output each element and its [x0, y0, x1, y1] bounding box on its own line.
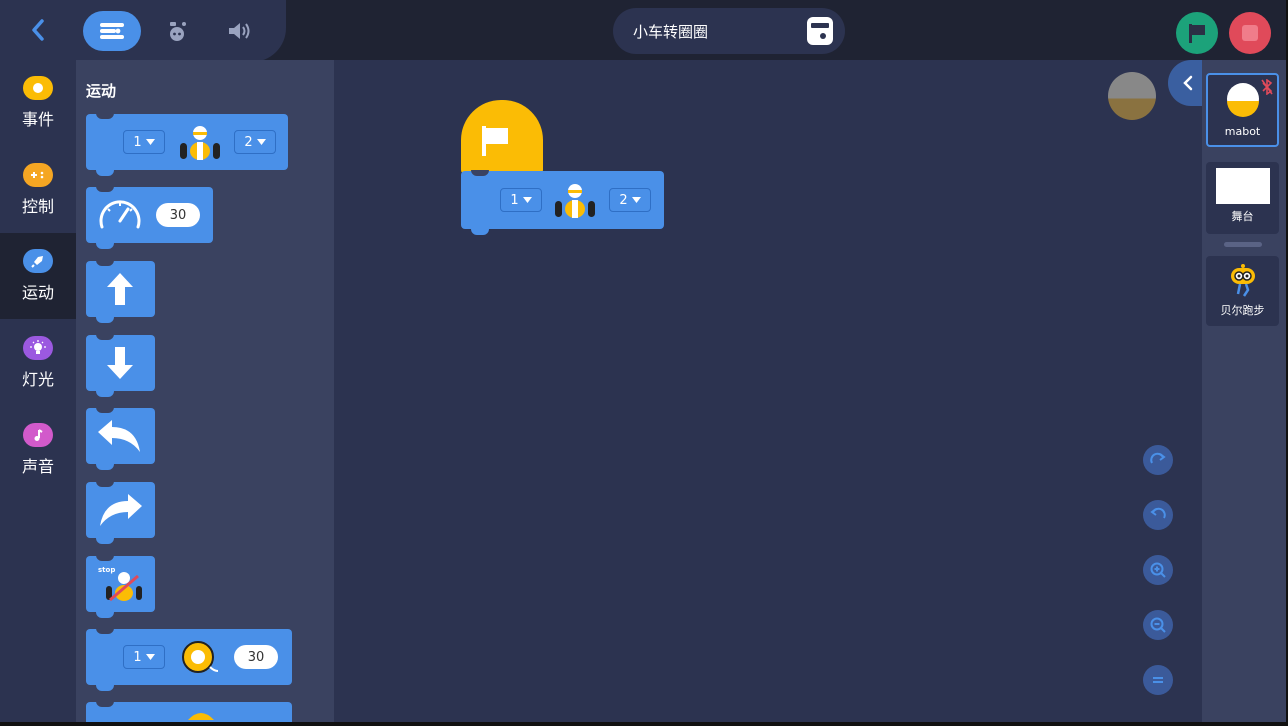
sprite-label: 贝尔跑步 [1220, 304, 1265, 317]
control-icon [23, 163, 53, 187]
toggle-icon [23, 76, 53, 100]
motor-right-dropdown[interactable]: 2 [609, 188, 651, 212]
stop-button[interactable] [1229, 12, 1271, 54]
category-control[interactable]: 控制 [0, 147, 76, 233]
speed-input[interactable]: 30 [156, 203, 200, 227]
wheel-speed-input[interactable]: 30 [234, 645, 278, 669]
caret-down-icon [631, 197, 641, 203]
mabot-sprite-icon [1226, 83, 1259, 117]
category-label: 灯光 [21, 370, 54, 389]
partial-block-icon [188, 713, 214, 720]
bell-robot-icon [1230, 264, 1255, 297]
run-button[interactable] [1176, 12, 1218, 54]
arrow-up-icon [107, 273, 133, 305]
stage-label: 舞台 [1231, 210, 1254, 223]
motor-left-dropdown[interactable]: 1 [123, 130, 165, 154]
mabot-stop-icon [106, 572, 142, 602]
device-icon [811, 23, 829, 39]
sprite-panel [1202, 60, 1286, 726]
equals-icon [1153, 677, 1163, 683]
caret-down-icon [145, 139, 155, 145]
reset-zoom-button[interactable] [1143, 665, 1173, 695]
category-sound[interactable]: 声音 [0, 407, 76, 493]
dropdown-value: 1 [133, 649, 142, 665]
block-motor-pair[interactable]: 1 2 [86, 113, 288, 176]
block-set-speed[interactable]: 30 [86, 186, 213, 249]
zoom-out-icon [1150, 617, 1166, 633]
speaker-icon [229, 23, 250, 39]
stage-thumbnail [1215, 168, 1270, 204]
block-turn-right[interactable] [86, 481, 155, 544]
category-sidebar: 事件 控制 运动 灯光 声音 [0, 60, 76, 726]
panel-divider [1224, 242, 1262, 247]
rocket-icon [23, 249, 53, 273]
device-connect-button[interactable] [807, 17, 833, 45]
tab-code[interactable] [83, 11, 141, 51]
dropdown-value: 1 [510, 192, 519, 208]
palette-title: 运动 [86, 82, 117, 100]
block-stop-motors[interactable]: stop [86, 555, 155, 618]
orientation-ball[interactable] [1108, 72, 1156, 120]
block-move-backward[interactable] [86, 334, 155, 397]
turn-left-icon [98, 420, 140, 452]
undo-icon [1150, 507, 1166, 519]
zoom-in-button[interactable] [1143, 555, 1173, 585]
bluetooth-off-icon [1261, 79, 1273, 95]
category-motion[interactable]: 运动 [0, 233, 76, 319]
dropdown-value: 2 [244, 134, 253, 150]
motor-left-dropdown[interactable]: 1 [500, 188, 542, 212]
chevron-left-icon [1183, 75, 1193, 91]
sprite-card-mabot[interactable]: mabot [1206, 73, 1279, 147]
redo-button[interactable] [1143, 445, 1173, 475]
flag-icon [482, 126, 508, 156]
category-label: 控制 [21, 197, 54, 216]
robot-icon [170, 22, 186, 41]
tab-sound[interactable] [210, 11, 268, 51]
tab-device[interactable] [148, 11, 206, 51]
category-label: 运动 [21, 283, 54, 302]
caret-down-icon [256, 139, 266, 145]
block-palette: 运动 1 2 30 stop 1 30 [76, 60, 334, 726]
dropdown-value: 1 [133, 134, 142, 150]
redo-icon [1150, 452, 1166, 464]
wheel-port-dropdown[interactable]: 1 [123, 645, 165, 669]
turn-right-icon [100, 494, 142, 526]
back-button[interactable] [0, 0, 76, 60]
mabot-car-icon [555, 184, 595, 218]
sprite-label: mabot [1224, 125, 1261, 138]
blocks-icon [100, 23, 124, 39]
dropdown-value: 2 [619, 192, 628, 208]
window-border-bottom [0, 722, 1288, 726]
zoom-out-button[interactable] [1143, 610, 1173, 640]
block-wheel-motor[interactable]: 1 30 [86, 628, 292, 691]
undo-button[interactable] [1143, 500, 1173, 530]
project-title: 小车转圈圈 [633, 23, 709, 41]
caret-down-icon [145, 654, 155, 660]
music-note-icon [23, 423, 53, 447]
stop-icon [1242, 25, 1258, 41]
block-turn-left[interactable] [86, 407, 155, 470]
editor-tab-group [76, 0, 286, 62]
block-move-forward[interactable] [86, 260, 155, 323]
arrow-down-icon [107, 347, 133, 379]
category-label: 事件 [21, 110, 54, 129]
zoom-in-icon [1150, 562, 1166, 578]
wheel-motor-icon [182, 641, 219, 673]
block-when-flag-clicked[interactable] [461, 100, 543, 174]
flag-icon [1189, 24, 1205, 43]
project-title-bar[interactable]: 小车转圈圈 [613, 8, 845, 54]
motor-right-dropdown[interactable]: 2 [234, 130, 276, 154]
stage-card[interactable]: 舞台 [1206, 162, 1279, 234]
mabot-car-icon [180, 126, 220, 160]
sprite-card-bell-run[interactable]: 贝尔跑步 [1206, 256, 1279, 326]
category-events[interactable]: 事件 [0, 60, 76, 146]
bulb-icon [23, 336, 53, 360]
speedometer-icon [99, 200, 141, 229]
caret-down-icon [522, 197, 532, 203]
category-lights[interactable]: 灯光 [0, 320, 76, 406]
workspace-block-motor-pair[interactable]: 1 2 [461, 170, 664, 235]
chevron-left-icon [32, 19, 44, 41]
category-label: 声音 [21, 457, 54, 476]
